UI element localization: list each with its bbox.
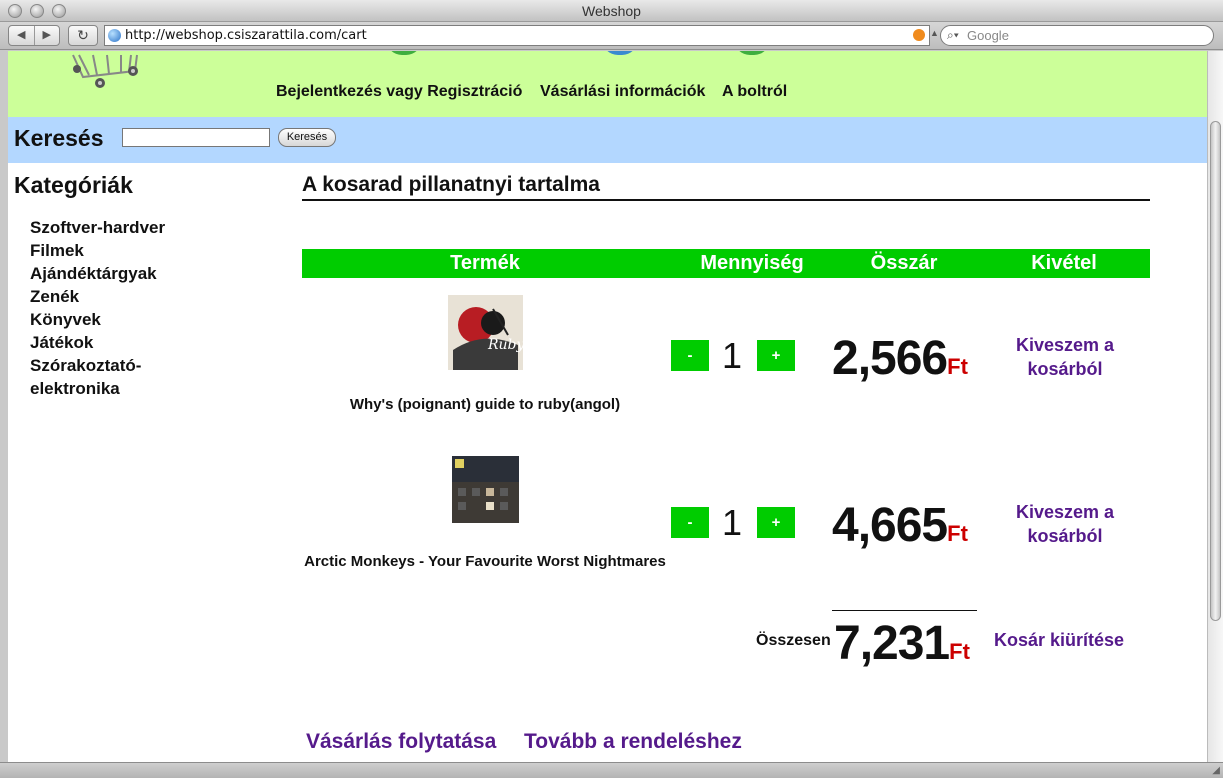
nav-login-register[interactable]: Bejelentkezés vagy Regisztráció bbox=[276, 83, 522, 101]
category-list: Szoftver-hardver Filmek Ajándéktárgyak Z… bbox=[30, 216, 200, 400]
address-bar[interactable]: http://webshop.csiszarattila.com/cart bbox=[104, 25, 930, 46]
address-text: http://webshop.csiszarattila.com/cart bbox=[125, 28, 367, 43]
item-total-price: 4,665Ft bbox=[832, 498, 968, 553]
quantity-value: 1 bbox=[721, 335, 743, 376]
category-software-hardware[interactable]: Szoftver-hardver bbox=[30, 216, 200, 239]
category-gifts[interactable]: Ajándéktárgyak bbox=[30, 262, 200, 285]
shopping-cart-logo[interactable] bbox=[63, 51, 153, 91]
search-label: Keresés bbox=[14, 125, 104, 151]
back-arrow-icon[interactable]: ◀ bbox=[9, 26, 35, 45]
column-product: Termék bbox=[450, 252, 520, 274]
globe-icon bbox=[108, 29, 121, 42]
product-name[interactable]: Why's (poignant) guide to ruby(angol) bbox=[302, 395, 668, 414]
remove-from-cart-link[interactable]: Kiveszem a kosárból bbox=[1005, 333, 1125, 381]
page-title: A kosarad pillanatnyi tartalma bbox=[302, 173, 600, 196]
quantity-value: 1 bbox=[721, 502, 743, 543]
currency-label: Ft bbox=[947, 354, 968, 379]
resize-handle-icon[interactable]: ◢ bbox=[1212, 765, 1220, 776]
history-nav: ◀ ▶ bbox=[8, 25, 60, 46]
browser-toolbar: ◀ ▶ ↻ http://webshop.csiszarattila.com/c… bbox=[0, 22, 1223, 50]
shop-icon bbox=[734, 51, 770, 55]
svg-text:Ruby: Ruby bbox=[487, 337, 523, 353]
browser-window: Webshop ◀ ▶ ↻ http://webshop.csiszaratti… bbox=[0, 0, 1223, 778]
window-title: Webshop bbox=[582, 3, 641, 19]
currency-label: Ft bbox=[949, 639, 970, 664]
category-books[interactable]: Könyvek bbox=[30, 308, 200, 331]
remove-from-cart-link[interactable]: Kiveszem a kosárból bbox=[1005, 500, 1125, 548]
product-image-arctic-monkeys[interactable] bbox=[452, 456, 519, 523]
increase-quantity-button[interactable]: + bbox=[757, 340, 795, 371]
price-amount: 4,665 bbox=[832, 499, 948, 552]
checkout-link[interactable]: Tovább a rendeléshez bbox=[524, 730, 742, 754]
item-total-price: 2,566Ft bbox=[832, 331, 968, 386]
decrease-quantity-button[interactable]: - bbox=[671, 507, 709, 538]
total-divider bbox=[832, 610, 977, 611]
column-quantity: Mennyiség bbox=[700, 252, 804, 274]
categories-title: Kategóriák bbox=[14, 172, 133, 198]
web-search-placeholder: Google bbox=[967, 28, 1009, 43]
chevron-up-icon[interactable]: ▲ bbox=[930, 28, 939, 38]
category-music[interactable]: Zenék bbox=[30, 285, 200, 308]
search-button[interactable]: Keresés bbox=[278, 128, 336, 147]
status-bar: ◢ bbox=[0, 762, 1223, 778]
category-games[interactable]: Játékok bbox=[30, 331, 200, 354]
decrease-quantity-button[interactable]: - bbox=[671, 340, 709, 371]
category-movies[interactable]: Filmek bbox=[30, 239, 200, 262]
increase-quantity-button[interactable]: + bbox=[757, 507, 795, 538]
forward-arrow-icon[interactable]: ▶ bbox=[35, 26, 60, 45]
info-icon bbox=[602, 51, 638, 55]
search-input[interactable] bbox=[122, 128, 270, 147]
login-icon bbox=[386, 51, 422, 55]
continue-shopping-link[interactable]: Vásárlás folytatása bbox=[306, 730, 496, 754]
product-image-ruby-book[interactable]: Ruby bbox=[448, 295, 523, 370]
column-remove: Kivétel bbox=[1031, 252, 1097, 274]
site-header: Bejelentkezés vagy Regisztráció Vásárlás… bbox=[8, 51, 1207, 117]
empty-cart-link[interactable]: Kosár kiürítése bbox=[994, 630, 1124, 651]
web-search-field[interactable]: ⌕▾ Google bbox=[940, 25, 1214, 46]
total-amount: 7,231 bbox=[834, 617, 950, 670]
nav-shopping-info[interactable]: Vásárlási információk bbox=[540, 83, 705, 101]
search-row: Keresés Keresés bbox=[8, 117, 1207, 163]
cart-total-price: 7,231Ft bbox=[834, 616, 970, 671]
vertical-scrollbar[interactable] bbox=[1207, 51, 1223, 762]
column-total-price: Összár bbox=[870, 252, 938, 274]
scrollbar-thumb[interactable] bbox=[1210, 121, 1221, 621]
total-label: Összesen bbox=[756, 632, 831, 649]
currency-label: Ft bbox=[947, 521, 968, 546]
magnifier-icon[interactable]: ⌕▾ bbox=[947, 26, 959, 45]
nav-about-shop[interactable]: A boltról bbox=[722, 83, 787, 101]
cart-table-header: Termék Mennyiség Összár Kivétel bbox=[302, 249, 1150, 278]
title-bar: Webshop bbox=[0, 0, 1223, 22]
product-name[interactable]: Arctic Monkeys - Your Favourite Worst Ni… bbox=[302, 552, 668, 571]
category-electronics[interactable]: Szórakoztató-elektronika bbox=[30, 354, 200, 400]
reload-icon[interactable]: ↻ bbox=[68, 25, 98, 46]
price-amount: 2,566 bbox=[832, 332, 948, 385]
title-divider bbox=[302, 199, 1150, 201]
rss-icon[interactable] bbox=[913, 29, 925, 41]
page-viewport: Bejelentkezés vagy Regisztráció Vásárlás… bbox=[8, 51, 1207, 762]
